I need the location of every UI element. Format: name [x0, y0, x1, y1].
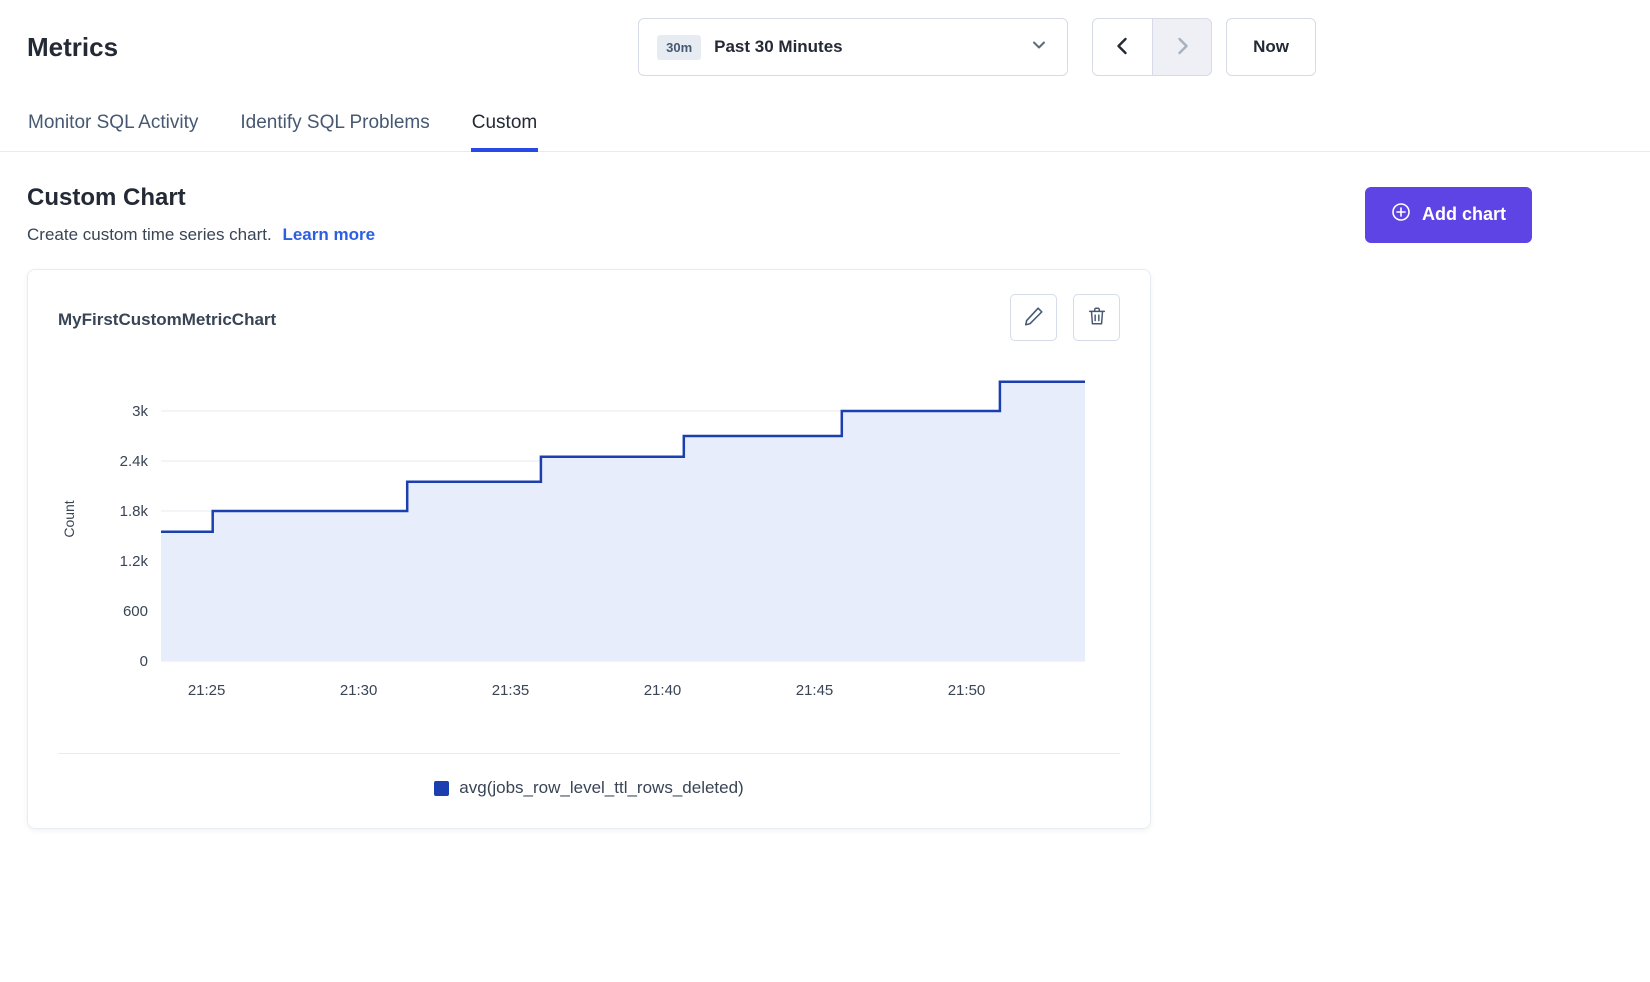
now-button[interactable]: Now	[1226, 18, 1316, 76]
time-range-picker[interactable]: 30m Past 30 Minutes	[638, 18, 1068, 76]
legend-divider	[58, 753, 1120, 754]
plus-circle-icon	[1391, 202, 1411, 227]
learn-more-link[interactable]: Learn more	[282, 225, 375, 244]
page-title: Metrics	[27, 32, 118, 63]
tab-custom[interactable]: Custom	[471, 106, 538, 151]
svg-text:21:35: 21:35	[492, 682, 530, 699]
section-title: Custom Chart	[27, 184, 375, 212]
svg-text:1.2k: 1.2k	[120, 553, 149, 570]
svg-text:2.4k: 2.4k	[120, 453, 149, 470]
tab-bar: Monitor SQL Activity Identify SQL Proble…	[0, 106, 1650, 152]
legend-swatch	[434, 781, 449, 796]
chart-title: MyFirstCustomMetricChart	[58, 310, 276, 330]
svg-text:Count: Count	[61, 500, 77, 537]
metrics-page: Metrics 30m Past 30 Minutes	[0, 0, 1650, 829]
svg-text:21:30: 21:30	[340, 682, 378, 699]
custom-chart-heading-block: Custom Chart Create custom time series c…	[27, 184, 375, 245]
svg-text:21:40: 21:40	[644, 682, 682, 699]
custom-metric-chart-card: MyFirstCustomMetricChart 0 600 1.2k 1.8k 2.4…	[27, 269, 1151, 829]
time-controls: 30m Past 30 Minutes Now	[638, 18, 1316, 76]
svg-text:21:25: 21:25	[188, 682, 226, 699]
pencil-icon	[1023, 305, 1045, 330]
svg-text:0: 0	[140, 653, 148, 670]
section-subtitle: Create custom time series chart. Learn m…	[27, 225, 375, 245]
add-chart-label: Add chart	[1422, 204, 1506, 225]
page-header: Metrics 30m Past 30 Minutes	[0, 0, 1650, 76]
time-nav-group	[1092, 18, 1212, 76]
next-range-button[interactable]	[1152, 18, 1212, 76]
svg-text:3k: 3k	[132, 403, 148, 420]
legend-label: avg(jobs_row_level_ttl_rows_deleted)	[459, 778, 743, 798]
custom-chart-section-head: Custom Chart Create custom time series c…	[0, 152, 1650, 245]
svg-text:21:50: 21:50	[948, 682, 986, 699]
chart-card-header: MyFirstCustomMetricChart	[58, 294, 1120, 341]
tab-identify-sql-problems[interactable]: Identify SQL Problems	[239, 106, 430, 151]
time-range-badge: 30m	[657, 35, 701, 60]
chevron-down-icon	[1029, 35, 1049, 60]
section-subtitle-text: Create custom time series chart.	[27, 225, 272, 244]
svg-text:1.8k: 1.8k	[120, 503, 149, 520]
add-chart-button[interactable]: Add chart	[1365, 187, 1532, 243]
chevron-left-icon	[1111, 34, 1135, 61]
chart-actions	[1010, 294, 1120, 341]
edit-chart-button[interactable]	[1010, 294, 1057, 341]
time-series-chart[interactable]: 0 600 1.2k 1.8k 2.4k 3k 21:25 21:30 21:35 21:40 21…	[58, 363, 1120, 713]
trash-icon	[1086, 305, 1108, 330]
tab-monitor-sql-activity[interactable]: Monitor SQL Activity	[27, 106, 199, 151]
previous-range-button[interactable]	[1092, 18, 1152, 76]
time-range-label: Past 30 Minutes	[714, 37, 843, 57]
svg-text:600: 600	[123, 603, 148, 620]
chart-legend: avg(jobs_row_level_ttl_rows_deleted)	[58, 778, 1120, 798]
svg-text:21:45: 21:45	[796, 682, 834, 699]
chevron-right-icon	[1170, 34, 1194, 61]
delete-chart-button[interactable]	[1073, 294, 1120, 341]
